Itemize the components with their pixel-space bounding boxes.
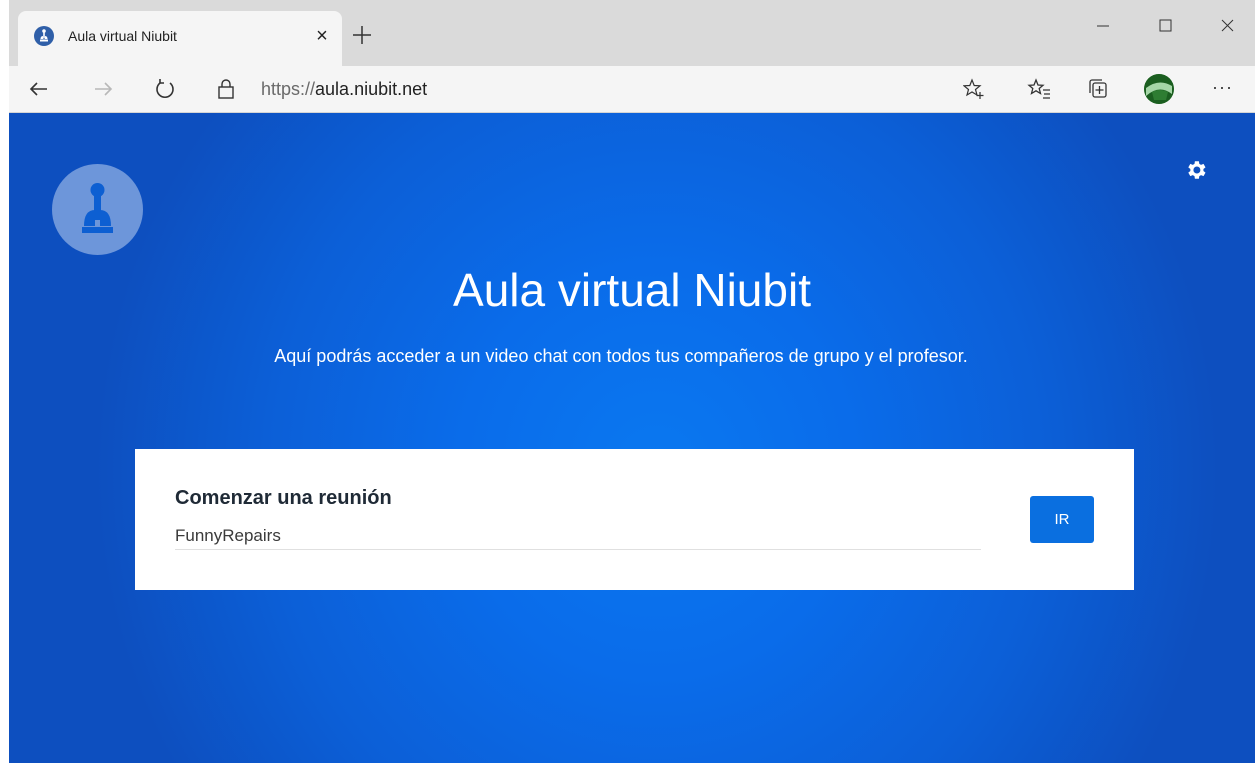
page-title: Aula virtual Niubit [453,264,811,316]
avatar[interactable] [1144,74,1174,104]
more-icon[interactable]: ··· [1212,77,1233,98]
refresh-icon[interactable] [151,75,179,103]
window-close-icon[interactable] [1205,8,1249,44]
browser-toolbar: https://aula.niubit.net ··· [9,66,1255,113]
profile-picture-icon [1144,74,1174,104]
plus-icon[interactable] [349,22,375,48]
start-meeting-label: Comenzar una reunión [175,487,392,509]
url-host: aula.niubit.net [315,79,428,99]
collections-icon[interactable] [1085,75,1113,103]
favorites-icon[interactable] [1025,75,1053,103]
logo [52,164,143,255]
go-button[interactable]: IR [1030,496,1094,543]
tab-title: Aula virtual Niubit [68,28,177,44]
lock-icon[interactable] [217,79,235,99]
start-meeting-card: Comenzar una reunión IR [135,449,1134,590]
minimize-icon[interactable] [1081,8,1125,44]
back-icon[interactable] [25,75,53,103]
url-text[interactable]: https://aula.niubit.net [261,79,427,100]
forward-icon[interactable] [89,75,117,103]
gear-icon[interactable] [1184,158,1208,182]
address-bar[interactable]: https://aula.niubit.net [203,70,1003,108]
add-favorite-icon[interactable] [963,78,985,100]
url-scheme: https:// [261,79,316,99]
tab-strip: Aula virtual Niubit × [9,0,1255,66]
microphone-logo-icon [82,183,113,233]
maximize-icon[interactable] [1143,8,1187,44]
browser-window: Aula virtual Niubit × https://aula.niubi… [9,0,1255,763]
room-name-input[interactable] [175,523,981,550]
window-frame [0,0,9,763]
tab-favicon-icon [34,26,54,46]
page-subtitle: Aquí podrás acceder a un video chat con … [274,346,968,366]
page-viewport: Aula virtual Niubit Aquí podrás acceder … [9,113,1255,763]
browser-tab[interactable]: Aula virtual Niubit × [18,11,342,66]
close-icon[interactable]: × [310,24,334,48]
